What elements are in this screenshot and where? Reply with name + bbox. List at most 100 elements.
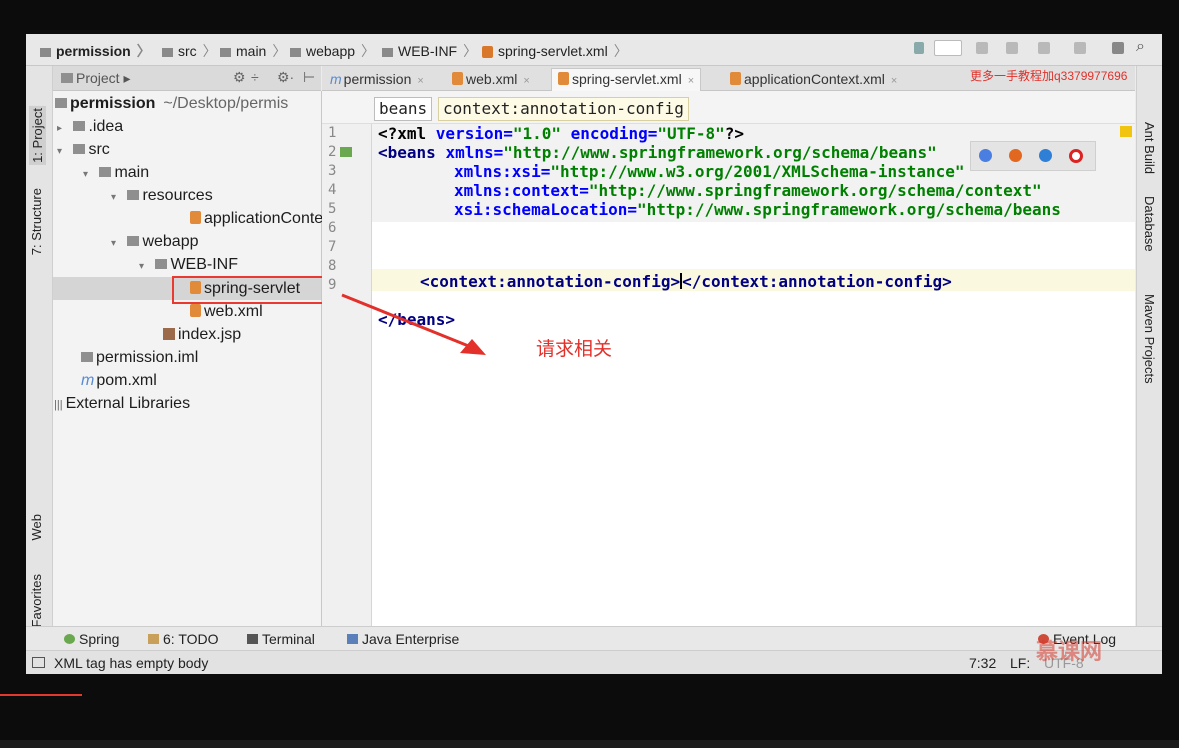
nav-crumb-webapp[interactable]: webapp 〉	[290, 41, 375, 61]
run-config-dropdown[interactable]	[934, 40, 962, 56]
line-number: 6	[328, 220, 337, 236]
tab-web-xml[interactable]: web.xml ×	[452, 69, 530, 89]
tool-tab-project[interactable]: 1: Project	[29, 106, 46, 165]
xml-file-icon	[730, 72, 741, 85]
folder-icon	[73, 121, 86, 131]
close-icon[interactable]: ×	[891, 75, 897, 87]
folder-icon	[162, 48, 173, 57]
settings-gear-icon[interactable]: ⚙·	[277, 69, 294, 86]
line-number: 1	[328, 125, 337, 141]
chrome-icon[interactable]	[979, 149, 992, 162]
tab-application-context-xml[interactable]: applicationContext.xml ×	[730, 69, 897, 89]
line-separator[interactable]: LF:	[1010, 655, 1030, 671]
xml-breadcrumb-strip: beans context:annotation-config	[322, 91, 1135, 124]
close-icon[interactable]: ×	[523, 75, 529, 87]
annotation-text: 请求相关	[536, 339, 613, 360]
bottom-strip	[0, 740, 1179, 748]
tool-tab-favorites[interactable]: Favorites	[29, 574, 44, 627]
search-icon[interactable]: ⌕	[1136, 38, 1145, 56]
collapse-icon[interactable]: ÷	[251, 69, 259, 85]
project-view-dropdown[interactable]: Project ▸	[61, 70, 131, 87]
debug-icon[interactable]	[1006, 42, 1018, 54]
libraries-icon: |||	[54, 399, 63, 411]
terminal-icon	[247, 634, 258, 644]
coverage-icon[interactable]	[1038, 42, 1050, 54]
status-bar: XML tag has empty body 7:32 LF: UTF-8	[26, 650, 1162, 674]
tool-tab-database[interactable]: Database	[1142, 196, 1157, 252]
tool-button-terminal[interactable]: Terminal	[247, 631, 315, 647]
tree-item-index-jsp[interactable]: index.jsp	[163, 324, 241, 346]
code-line-1: <?xml version="1.0" encoding="UTF-8"?>	[378, 124, 745, 143]
stop-icon[interactable]	[1074, 42, 1086, 54]
tree-item-webapp[interactable]: ▾ webapp	[111, 231, 199, 253]
hide-panel-icon[interactable]: ⊢	[303, 69, 315, 86]
run-icon[interactable]	[976, 42, 988, 54]
tool-tab-structure[interactable]: 7: Structure	[29, 188, 44, 255]
tool-tab-ant-build[interactable]: Ant Build	[1142, 122, 1157, 174]
tree-item-web-xml[interactable]: web.xml	[190, 301, 263, 323]
nav-crumb-spring-servlet[interactable]: spring-servlet.xml 〉	[482, 41, 628, 61]
tab-spring-servlet-xml[interactable]: spring-servlet.xml ×	[551, 68, 702, 91]
folder-icon	[290, 48, 301, 57]
tree-item-resources[interactable]: ▾ resources	[111, 185, 213, 207]
breadcrumb-context-annotation-config[interactable]: context:annotation-config	[438, 97, 689, 121]
collapse-arrow-icon[interactable]: ▾	[57, 141, 69, 163]
nav-crumb-src[interactable]: src 〉	[162, 41, 217, 61]
xml-file-icon	[558, 72, 569, 85]
folder-icon	[73, 144, 86, 154]
highlight-box	[172, 276, 339, 304]
annotation-arrow	[341, 293, 486, 355]
project-structure-icon[interactable]	[1112, 42, 1124, 54]
right-tool-stripe: Ant Build Database Maven Projects	[1136, 66, 1162, 646]
tool-window-bar: Spring 6: TODO Terminal Java Enterprise …	[26, 626, 1162, 651]
tool-button-java-enterprise[interactable]: Java Enterprise	[347, 631, 459, 647]
spring-bean-icon[interactable]	[340, 147, 352, 157]
close-icon[interactable]: ×	[417, 75, 423, 87]
close-icon[interactable]: ×	[688, 75, 694, 87]
sync-icon[interactable]: ⚙	[233, 69, 246, 86]
folder-icon	[220, 48, 231, 57]
tool-button-spring[interactable]: Spring	[64, 631, 119, 647]
safari-icon[interactable]	[1039, 149, 1052, 162]
collapse-arrow-icon[interactable]: ▾	[111, 187, 123, 209]
firefox-icon[interactable]	[1009, 149, 1022, 162]
tree-item-external-libraries[interactable]: ||| External Libraries	[54, 393, 190, 415]
nav-crumb-main[interactable]: main 〉	[220, 41, 286, 61]
collapse-arrow-icon[interactable]: ▾	[111, 233, 123, 255]
video-progress-bar[interactable]	[0, 694, 82, 696]
nav-crumb-permission[interactable]: permission 〉	[40, 41, 151, 61]
maven-icon: m	[81, 372, 95, 389]
collapse-arrow-icon[interactable]: ▾	[139, 256, 151, 278]
tool-tab-maven-projects[interactable]: Maven Projects	[1142, 294, 1157, 384]
tree-item-permission-iml[interactable]: permission.iml	[81, 347, 198, 369]
tree-item-idea[interactable]: ▸ .idea	[57, 116, 123, 138]
folder-icon	[99, 167, 112, 177]
status-message: XML tag has empty body	[54, 655, 209, 671]
tree-item-src[interactable]: ▾ src	[57, 139, 110, 161]
tree-item-application-context[interactable]: applicationConte	[190, 208, 323, 230]
folder-icon	[40, 48, 51, 57]
build-icon[interactable]	[914, 42, 924, 54]
breadcrumb-beans[interactable]: beans	[374, 97, 433, 121]
todo-icon	[148, 634, 159, 644]
tree-item-web-inf[interactable]: ▾ WEB-INF	[139, 254, 238, 276]
expand-arrow-icon[interactable]: ▸	[57, 118, 69, 140]
opera-icon[interactable]	[1069, 149, 1083, 163]
tree-item-main[interactable]: ▾ main	[83, 162, 149, 184]
tree-item-pom-xml[interactable]: m pom.xml	[81, 370, 157, 392]
watermark-text: 更多一手教程加q3379977696	[970, 69, 1128, 83]
tab-permission[interactable]: m permission ×	[330, 69, 424, 89]
tool-tab-web[interactable]: Web	[29, 514, 44, 541]
line-number: 5	[328, 201, 337, 217]
toggle-tool-windows-icon[interactable]	[32, 657, 45, 668]
tree-item-permission[interactable]: permission ~/Desktop/permis	[55, 93, 288, 115]
folder-icon	[382, 48, 393, 57]
xml-file-icon	[190, 304, 201, 317]
caret-position[interactable]: 7:32	[969, 655, 996, 671]
nav-crumb-web-inf[interactable]: WEB-INF 〉	[382, 41, 477, 61]
code-editor[interactable]: <?xml version="1.0" encoding="UTF-8"?> <…	[372, 124, 1135, 646]
collapse-arrow-icon[interactable]: ▾	[83, 164, 95, 186]
tool-button-todo[interactable]: 6: TODO	[148, 631, 219, 647]
analysis-status-marker[interactable]	[1120, 126, 1132, 137]
folder-icon	[61, 73, 73, 83]
